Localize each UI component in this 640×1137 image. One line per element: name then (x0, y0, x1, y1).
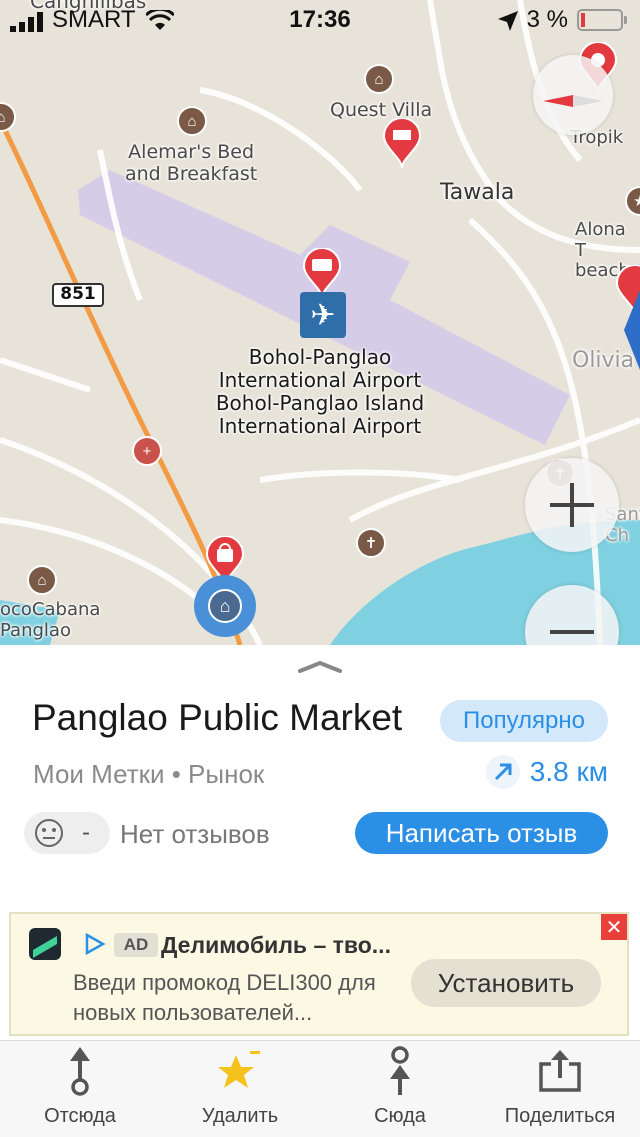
remove-bookmark-label: Удалить (201, 1105, 279, 1127)
road-number-851: 851 (60, 284, 96, 304)
no-reviews-label: Нет отзывов (120, 819, 270, 849)
rating-value: - (82, 819, 90, 846)
route-from-label: Отсюда (44, 1105, 116, 1127)
place-subtitle: Мои Метки • Рынок (33, 759, 265, 789)
route-from-icon (70, 1047, 90, 1096)
ad-play-icon (85, 932, 106, 956)
chevron-up-icon[interactable] (296, 659, 344, 675)
plus-icon-vertical (570, 483, 574, 527)
star-minus-icon (218, 1051, 260, 1088)
distance-value: 3.8 км (529, 756, 608, 787)
church-icon[interactable]: ✝ (356, 528, 386, 558)
battery-icon (577, 9, 627, 31)
place-title: Panglao Public Market (32, 697, 403, 738)
airport-label-line2: International Airport (218, 368, 422, 392)
rating-pill[interactable]: - (24, 812, 110, 854)
ad-title: Делимобиль – тво... (161, 932, 391, 958)
route-to-label: Сюда (374, 1105, 426, 1127)
label-cococabana: ocoCabana Panglao (0, 599, 101, 641)
place-card[interactable]: Panglao Public Market Популярно Мои Метк… (0, 645, 640, 905)
zoom-in-button[interactable] (525, 458, 619, 552)
location-arrow-icon (624, 290, 640, 370)
compass-button[interactable] (533, 55, 613, 135)
airport-label-line1: Bohol-Panglao (248, 345, 392, 369)
battery-level (581, 13, 585, 27)
selected-place-marker[interactable]: ⌂ (194, 575, 256, 637)
airport-label-line4: International Airport (218, 414, 422, 438)
label-alemars: Alemar's Bed and Breakfast (125, 141, 258, 185)
ad-close-button[interactable]: ✕ (601, 914, 627, 940)
label-tawala: Tawala (440, 180, 515, 205)
distance-indicator: 3.8 км (485, 755, 608, 789)
ad-banner[interactable]: AD Делимобиль – тво... Введи промокод DE… (9, 912, 629, 1036)
neutral-face-icon (35, 819, 63, 847)
route-to-icon (390, 1046, 410, 1095)
direction-arrow-icon (485, 755, 520, 789)
museum-icon: ⌂ (208, 589, 242, 623)
ad-text: Введи промокод DELI300 для новых пользов… (73, 970, 376, 1025)
hotel-icon[interactable]: ⌂ (177, 106, 207, 136)
battery-percent: 3 % (526, 6, 568, 33)
airport-label-line3: Bohol-Panglao Island (215, 391, 425, 415)
location-services-icon (498, 11, 518, 31)
hospital-icon[interactable]: + (132, 436, 162, 466)
minus-icon (550, 630, 594, 634)
status-bar: SMART 17:36 3 % (0, 0, 640, 40)
battery-tip (624, 16, 627, 24)
airport-label: Bohol-Panglao International Airport Boho… (170, 346, 470, 438)
route-to-button[interactable]: Сюда (320, 1041, 480, 1137)
share-label: Поделиться (504, 1105, 616, 1127)
delimobil-logo-icon (29, 928, 61, 960)
share-icon (539, 1050, 581, 1092)
airport-icon[interactable]: ✈ (300, 292, 346, 338)
popular-badge: Популярно (440, 700, 608, 742)
remove-bookmark-button[interactable]: Удалить (160, 1041, 320, 1137)
hotel-icon[interactable]: ⌂ (27, 565, 57, 595)
map-view[interactable]: Canghilibas Quest Villa Alemar's Bed and… (0, 0, 640, 645)
write-review-button[interactable]: Написать отзыв (355, 812, 608, 854)
hotel-pin-icon[interactable] (382, 118, 422, 170)
share-button[interactable]: Поделиться (480, 1041, 640, 1137)
bottom-toolbar: Отсюда Удалить Сюда Поделиться (0, 1040, 640, 1137)
route-from-button[interactable]: Отсюда (0, 1041, 160, 1137)
hotel-icon[interactable]: ⌂ (364, 64, 394, 94)
ad-label: AD (114, 933, 158, 957)
compass-icon (543, 95, 603, 107)
install-button[interactable]: Установить (411, 959, 601, 1007)
